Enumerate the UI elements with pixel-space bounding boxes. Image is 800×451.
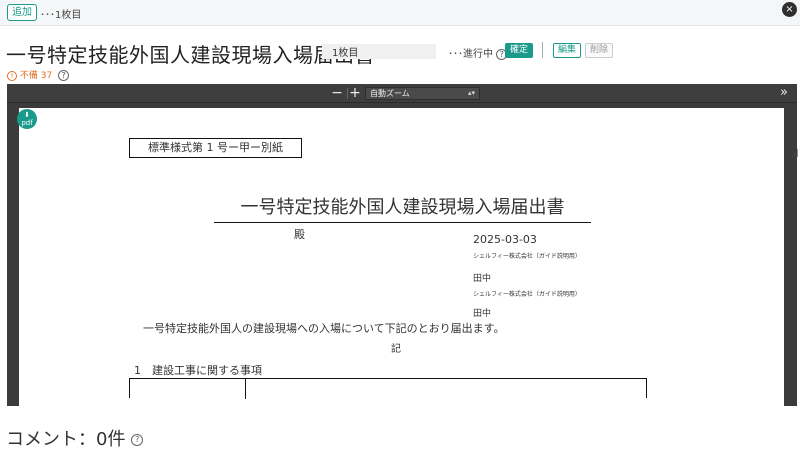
warning-icon: !: [7, 71, 17, 81]
double-chevron-right-icon[interactable]: »: [777, 85, 791, 101]
document-date: 2025-03-03: [473, 233, 537, 246]
document-body: 一号特定技能外国人の建設現場への入場について下記のとおり届出ます。: [143, 322, 505, 335]
download-arrow-icon: ⬇: [24, 111, 30, 119]
confirm-button[interactable]: 確定: [505, 43, 534, 58]
pdf-viewer: − + 自動ズーム ▴▾ »: [7, 84, 797, 406]
ki-label: 記: [391, 344, 401, 355]
warning-text: 不備 37: [19, 71, 53, 81]
page-title: 一号特定技能外国人建設現場入場届出書: [6, 43, 375, 67]
document-title: 一号特定技能外国人建設現場入場届出書: [214, 193, 591, 223]
divider: [542, 42, 543, 58]
mouse-cursor-icon: ⇲: [789, 147, 799, 160]
section-heading: 1 建設工事に関する事項: [134, 364, 262, 377]
person-name-2: 田中: [473, 309, 492, 319]
zoom-in-button[interactable]: +: [348, 85, 362, 101]
comments-help-icon[interactable]: ?: [131, 434, 144, 446]
zoom-out-button[interactable]: −: [330, 85, 344, 101]
zoom-select[interactable]: 自動ズーム ▴▾: [365, 87, 480, 100]
pdf-toolbar: − + 自動ズーム ▴▾ »: [7, 84, 797, 103]
status-text: ･･･進行中: [448, 49, 493, 60]
company-name-2: シェルフィー株式会社（ガイド説明用）: [473, 291, 581, 298]
add-button[interactable]: 追加: [7, 4, 37, 21]
warning-help-icon[interactable]: ?: [58, 70, 70, 81]
pdf-badge-label: pdf: [21, 119, 33, 127]
person-name-1: 田中: [473, 274, 492, 284]
pdf-download-icon[interactable]: ⬇ pdf: [17, 109, 37, 129]
table-divider: [245, 379, 246, 399]
updown-arrow-icon: ▴▾: [467, 89, 475, 97]
section-table: [129, 378, 647, 399]
sheet-name-input[interactable]: [322, 44, 436, 59]
warning-count[interactable]: ! 不備 37 ?: [7, 68, 70, 81]
status-indicator: ･･･進行中 ?: [448, 45, 508, 60]
close-icon[interactable]: ×: [782, 2, 797, 17]
company-name-1: シェルフィー株式会社（ガイド説明用）: [473, 253, 581, 260]
edit-button[interactable]: 編集: [553, 43, 582, 58]
delete-button[interactable]: 削除: [585, 43, 614, 58]
addressee: 殿: [294, 228, 305, 241]
comments-heading: コメント：0件 ?: [6, 425, 144, 451]
form-number-box: 標準様式第 1 号ー甲ー別紙: [129, 138, 302, 158]
top-bar: 追加 ･･･1枚目: [0, 0, 800, 26]
zoom-select-value: 自動ズーム: [370, 89, 410, 98]
tab-sheet-1[interactable]: ･･･1枚目: [40, 6, 81, 21]
